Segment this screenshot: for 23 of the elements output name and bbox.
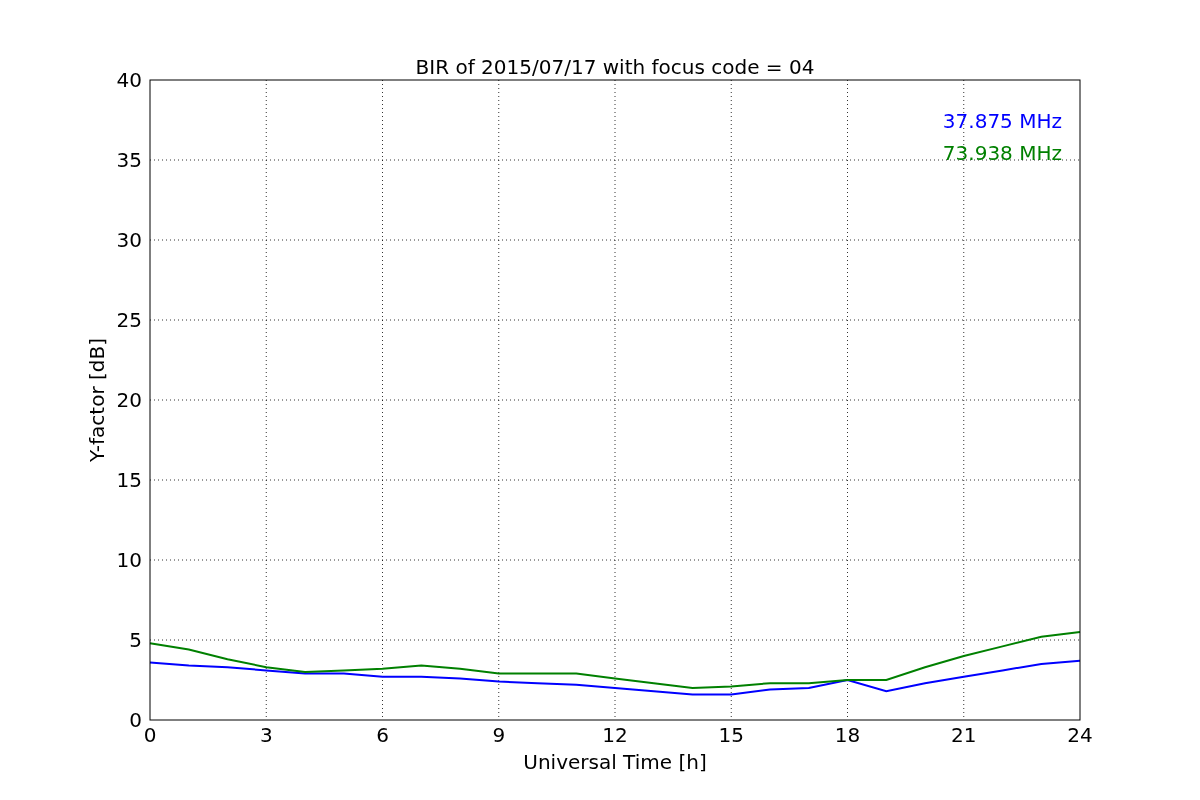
y-tick-label: 5 <box>129 628 142 652</box>
x-tick-label: 18 <box>834 723 861 747</box>
y-tick-label: 30 <box>116 228 142 252</box>
y-tick-label: 20 <box>116 388 142 412</box>
legend-label: 37.875 MHz <box>942 109 1062 133</box>
x-tick-label: 15 <box>718 723 744 747</box>
x-tick-label: 0 <box>143 723 157 747</box>
y-axis-label: Y-factor [dB] <box>85 338 109 462</box>
x-tick-label: 21 <box>951 723 977 747</box>
x-tick-label: 24 <box>1067 723 1093 747</box>
x-tick-label: 6 <box>376 723 389 747</box>
y-tick-label: 40 <box>116 68 142 92</box>
chart-title: BIR of 2015/07/17 with focus code = 04 <box>415 55 815 79</box>
x-tick-label: 12 <box>602 723 628 747</box>
x-axis-label: Universal Time [h] <box>523 750 707 774</box>
y-tick-label: 0 <box>129 708 142 732</box>
y-tick-label: 15 <box>116 468 142 492</box>
x-tick-label: 3 <box>259 723 273 747</box>
x-tick-label: 9 <box>492 723 506 747</box>
legend-label: 73.938 MHz <box>942 141 1062 165</box>
y-tick-label: 25 <box>116 308 142 332</box>
y-tick-label: 35 <box>116 148 142 172</box>
y-tick-label: 10 <box>116 548 142 572</box>
